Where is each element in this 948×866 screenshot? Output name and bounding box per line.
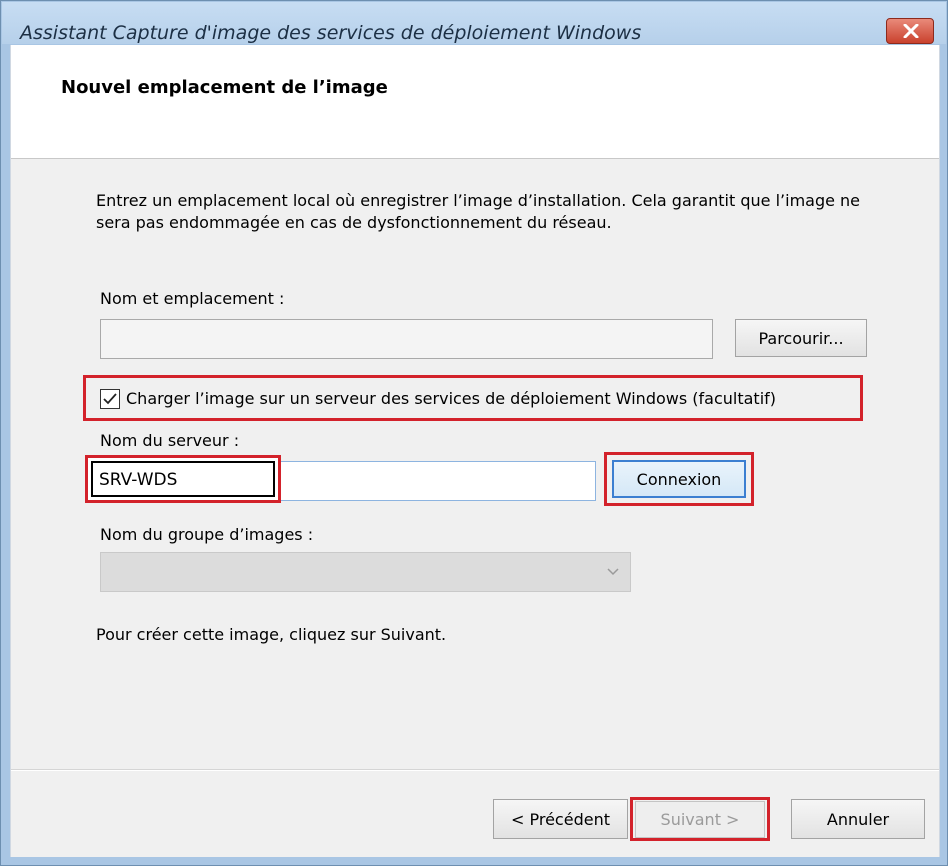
image-group-label: Nom du groupe d’images : [100,525,314,544]
next-highlight: Suivant > [630,797,770,841]
page-title: Nouvel emplacement de l’image [61,77,388,98]
server-name-highlight[interactable]: SRV-WDS [85,455,281,503]
name-location-input[interactable] [100,319,713,359]
connect-highlight: Connexion [604,452,754,506]
upload-checkbox[interactable] [100,389,120,409]
window-title: Assistant Capture d'image des services d… [20,22,642,44]
wizard-content: Nouvel emplacement de l’image Entrez un … [10,45,940,857]
next-button[interactable]: Suivant > [635,801,765,838]
cancel-button[interactable]: Annuler [791,799,925,839]
upload-checkbox-label: Charger l’image sur un serveur des servi… [126,389,777,408]
instruction-text: Pour créer cette image, cliquez sur Suiv… [96,625,447,644]
close-button[interactable] [886,18,934,44]
server-name-value-box[interactable]: SRV-WDS [91,461,275,497]
upload-checkbox-row[interactable]: Charger l’image sur un serveur des servi… [83,375,863,421]
wizard-header: Nouvel emplacement de l’image [11,45,939,159]
connect-button[interactable]: Connexion [612,460,746,498]
description-text: Entrez un emplacement local où enregistr… [96,191,861,232]
server-name-label: Nom du serveur : [100,431,240,450]
chevron-down-icon [607,568,619,576]
name-location-label: Nom et emplacement : [100,289,285,308]
checkmark-icon [103,393,117,405]
previous-button[interactable]: < Précédent [493,799,628,839]
title-bar: Assistant Capture d'image des services d… [2,2,946,44]
wizard-window: Assistant Capture d'image des services d… [0,0,948,866]
browse-button[interactable]: Parcourir... [735,319,867,357]
server-name-value: SRV-WDS [99,470,178,490]
image-group-select[interactable] [100,552,631,592]
close-icon [903,24,919,38]
footer-divider [11,769,939,771]
